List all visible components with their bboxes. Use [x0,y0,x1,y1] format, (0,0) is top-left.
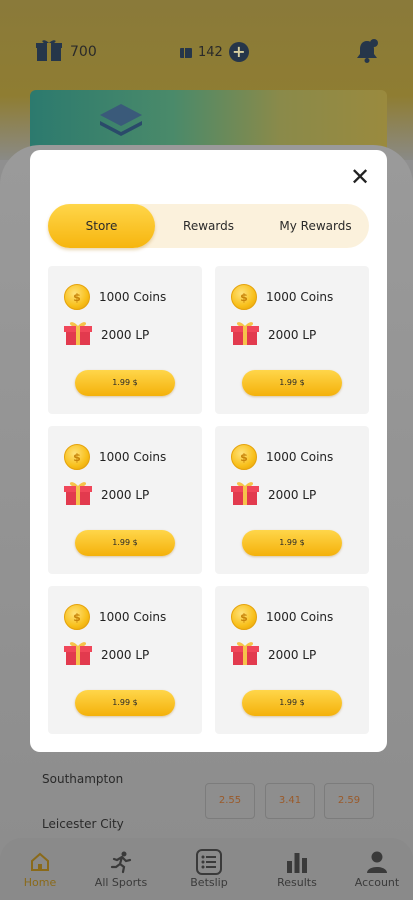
home-icon [0,848,80,876]
coin-icon: $ [231,444,257,470]
coin-icon: $ [231,604,257,630]
coin-icon: $ [64,604,90,630]
coins-amount: 1000 Coins [266,450,334,464]
nav-all-sports-label: All Sports [94,876,148,889]
match-team-home: Southampton [42,772,124,786]
odd-home[interactable]: 2.55 [205,783,255,819]
package-card: $ 1000 Coins 2000 LP 1.99 $ [48,426,202,574]
coin-icon: $ [64,284,90,310]
buy-button[interactable]: 1.99 $ [75,530,175,556]
tab-my-rewards[interactable]: My Rewards [262,204,369,248]
store-tabs: Store Rewards My Rewards [48,204,369,248]
nav-results-label: Results [277,876,317,889]
package-card: $ 1000 Coins 2000 LP 1.99 $ [48,266,202,414]
tab-rewards[interactable]: Rewards [155,204,262,248]
lp-amount: 2000 LP [101,647,150,662]
notification-bell-icon[interactable] [354,38,380,68]
nav-home[interactable]: Home [0,848,80,889]
coins-amount: 1000 Coins [266,290,334,304]
gift-box-icon [64,480,92,509]
ticket-counter: 142 + [180,42,249,62]
nav-results[interactable]: Results [257,848,337,889]
package-card: $ 1000 Coins 2000 LP 1.99 $ [215,426,369,574]
ticket-count: 142 [198,44,223,60]
package-card: $ 1000 Coins 2000 LP 1.99 $ [215,266,369,414]
lp-row: 2000 LP [64,640,149,669]
gift-box-icon [231,480,259,509]
coins-row: $ 1000 Coins [231,604,333,630]
gift-box-icon [231,320,259,349]
buy-button[interactable]: 1.99 $ [242,370,342,396]
coins-row: $ 1000 Coins [231,444,333,470]
bottom-nav: Home All Sports Betslip Results Account [0,838,413,900]
lp-row: 2000 LP [231,320,316,349]
coins-amount: 1000 Coins [266,610,334,624]
gift-counter[interactable]: 700 [36,38,97,66]
buy-button[interactable]: 1.99 $ [75,690,175,716]
coins-amount: 1000 Coins [99,610,167,624]
gift-icon [36,38,62,66]
lp-row: 2000 LP [64,480,149,509]
nav-account[interactable]: Account [337,848,413,889]
store-modal: ✕ Store Rewards My Rewards $ 1000 Coins … [30,150,387,752]
buy-button[interactable]: 1.99 $ [75,370,175,396]
nav-home-label: Home [23,876,57,889]
close-icon[interactable]: ✕ [349,165,371,189]
nav-all-sports[interactable]: All Sports [81,848,161,889]
lp-row: 2000 LP [231,640,316,669]
gift-box-icon [64,640,92,669]
lp-amount: 2000 LP [268,487,317,502]
lp-amount: 2000 LP [101,327,150,342]
coins-amount: 1000 Coins [99,290,167,304]
add-tickets-button[interactable]: + [228,42,249,62]
odd-away[interactable]: 2.59 [324,783,374,819]
odd-draw[interactable]: 3.41 [265,783,315,819]
gift-box-icon [231,640,259,669]
gift-count: 700 [70,44,97,60]
package-card: $ 1000 Coins 2000 LP 1.99 $ [48,586,202,734]
bar-chart-icon [257,848,337,876]
coin-icon: $ [64,444,90,470]
ticket-icon [180,43,192,62]
layers-icon [98,102,144,146]
buy-button[interactable]: 1.99 $ [242,690,342,716]
lp-amount: 2000 LP [268,327,317,342]
lp-amount: 2000 LP [268,647,317,662]
coins-row: $ 1000 Coins [64,604,166,630]
nav-account-label: Account [354,876,400,889]
coin-icon: $ [231,284,257,310]
gift-box-icon [64,320,92,349]
lp-amount: 2000 LP [101,487,150,502]
nav-betslip[interactable]: Betslip [169,848,249,889]
coins-amount: 1000 Coins [99,450,167,464]
runner-icon [81,848,161,876]
package-card: $ 1000 Coins 2000 LP 1.99 $ [215,586,369,734]
buy-button[interactable]: 1.99 $ [242,530,342,556]
lp-row: 2000 LP [64,320,149,349]
match-team-away: Leicester City [42,817,124,831]
nav-betslip-label: Betslip [190,876,228,889]
coins-row: $ 1000 Coins [231,284,333,310]
coins-row: $ 1000 Coins [64,444,166,470]
lp-row: 2000 LP [231,480,316,509]
betslip-icon [169,848,249,876]
coins-row: $ 1000 Coins [64,284,166,310]
tab-store[interactable]: Store [48,204,155,248]
user-icon [337,848,413,876]
